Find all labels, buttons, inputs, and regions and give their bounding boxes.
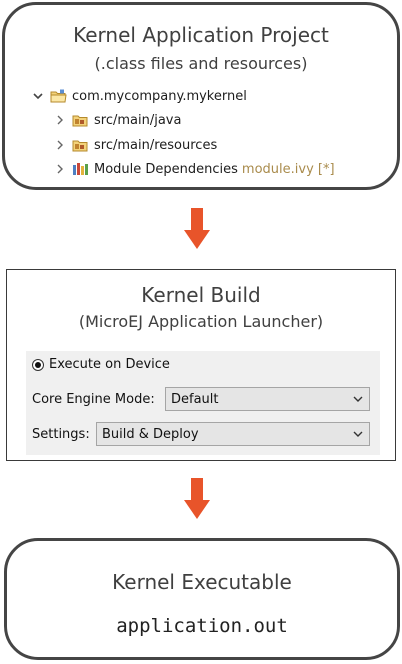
tree-item-src-main-resources[interactable]: src/main/resources (53, 135, 217, 155)
build-subtitle: (MicroEJ Application Launcher) (78, 312, 324, 331)
select-value: Build & Deploy (102, 426, 199, 442)
select-value: Default (171, 391, 219, 407)
tree-item-label: src/main/resources (94, 137, 218, 153)
tree-item-label: com.mycompany.mykernel (72, 88, 247, 104)
down-arrow-icon (184, 478, 210, 519)
chevron-right-icon[interactable] (53, 138, 67, 152)
tree-item-label: src/main/java (94, 112, 182, 128)
dropdown-arrow-icon (353, 396, 363, 402)
core-engine-mode-select[interactable]: Default (165, 387, 370, 411)
execute-on-device-option[interactable]: Execute on Device (32, 357, 170, 372)
build-title: Kernel Build (141, 283, 261, 307)
project-subtitle: (.class files and resources) (94, 54, 308, 73)
project-title: Kernel Application Project (73, 23, 329, 47)
kernel-executable-box: Kernel Executable application.out (4, 538, 400, 660)
source-folder-icon (72, 138, 89, 152)
radio-button[interactable] (32, 358, 44, 371)
tree-item-module-dependencies[interactable]: Module Dependencies module.ivy [*] (53, 159, 335, 179)
radio-label: Execute on Device (49, 357, 170, 372)
source-folder-icon (72, 113, 89, 127)
executable-filename: application.out (116, 615, 288, 637)
chevron-right-icon[interactable] (53, 162, 67, 176)
settings-select[interactable]: Build & Deploy (96, 422, 370, 446)
tree-item-root[interactable]: com.mycompany.mykernel (31, 86, 247, 106)
down-arrow-icon (184, 208, 210, 249)
launcher-settings-panel: Execute on Device Core Engine Mode: Defa… (26, 351, 380, 455)
chevron-down-icon[interactable] (31, 89, 45, 103)
tree-item-label: Module Dependencies (94, 161, 238, 177)
core-engine-mode-label: Core Engine Mode: (32, 392, 155, 407)
chevron-right-icon[interactable] (53, 113, 67, 127)
executable-title: Kernel Executable (112, 570, 292, 594)
project-folder-icon (50, 89, 67, 103)
library-icon (72, 162, 89, 176)
kernel-build-box: Kernel Build (MicroEJ Application Launch… (6, 269, 396, 461)
dropdown-arrow-icon (353, 431, 363, 437)
settings-label: Settings: (32, 427, 90, 442)
tree-item-decoration: module.ivy [*] (241, 161, 335, 177)
tree-item-src-main-java[interactable]: src/main/java (53, 110, 181, 130)
kernel-application-project-box: Kernel Application Project (.class files… (2, 2, 400, 190)
